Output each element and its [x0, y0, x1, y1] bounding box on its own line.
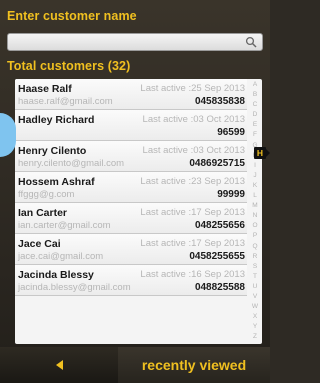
index-letter[interactable]: Y [253, 324, 257, 331]
index-letter[interactable]: T [253, 273, 257, 281]
index-letter[interactable]: I [254, 162, 256, 170]
customer-row[interactable]: Henry Cilento Last active :03 Oct 2013 h… [15, 141, 247, 172]
customer-row[interactable]: Ian Carter Last active :17 Sep 2013 ian.… [15, 203, 247, 234]
index-letter[interactable]: R [253, 253, 258, 261]
index-indicator: H [254, 147, 266, 159]
customer-phone: 0458255655 [189, 251, 245, 262]
search-box[interactable] [7, 33, 263, 52]
index-letter[interactable]: M [252, 203, 257, 210]
index-letter[interactable]: J [253, 172, 256, 180]
search-icon[interactable] [245, 36, 257, 48]
last-active: Last active :23 Sep 2013 [140, 176, 245, 187]
customer-phone: 045835838 [194, 96, 245, 107]
index-letter[interactable]: W [252, 304, 258, 311]
customer-name: Hadley Richard [18, 114, 95, 126]
last-active: Last active :16 Sep 2013 [140, 269, 245, 280]
customer-phone: 96599 [217, 127, 245, 138]
index-letter[interactable]: U [253, 283, 258, 291]
customer-email: haase.ralf@gmail.com [18, 96, 113, 107]
index-indicator-pointer [266, 149, 270, 157]
customer-email: jacinda.blessy@gmail.com [18, 282, 131, 293]
index-letter[interactable]: A [253, 81, 257, 89]
customer-name: Haase Ralf [18, 83, 72, 95]
customer-phone: 048255656 [194, 220, 245, 231]
customer-row[interactable]: Jacinda Blessy Last active :16 Sep 2013 … [15, 265, 247, 296]
side-panel-tab[interactable] [0, 113, 16, 157]
customer-list[interactable]: Haase Ralf Last active :25 Sep 2013 haas… [15, 79, 262, 344]
customer-name: Jace Cai [18, 238, 61, 250]
index-letter[interactable]: F [253, 132, 257, 139]
index-letter[interactable]: B [253, 92, 257, 99]
customer-row[interactable]: Jace Cai Last active :17 Sep 2013 jace.c… [15, 234, 247, 265]
customer-name: Ian Carter [18, 207, 68, 219]
customer-email: ffggg@g.com [18, 189, 75, 200]
app-screen: Enter customer name Total customers (32)… [0, 0, 270, 383]
customer-phone: 0486925715 [189, 158, 245, 169]
customer-phone: 048825588 [194, 282, 245, 293]
last-active: Last active :17 Sep 2013 [140, 238, 245, 249]
customer-name: Jacinda Blessy [18, 269, 94, 281]
search-input[interactable] [12, 34, 246, 52]
index-letter[interactable]: X [253, 314, 257, 321]
bottom-bar: recently viewed [0, 347, 270, 383]
customer-email: ian.carter@gmail.com [18, 220, 111, 231]
left-arrow-icon [55, 360, 63, 370]
customer-phone: 99999 [217, 189, 245, 200]
recently-viewed-button[interactable]: recently viewed [118, 347, 270, 383]
customer-row[interactable]: Hadley Richard Last active :03 Oct 2013 … [15, 110, 247, 141]
index-letter[interactable]: O [252, 223, 257, 230]
index-letter[interactable]: C [253, 102, 258, 109]
index-letter[interactable]: K [253, 182, 257, 190]
customer-row[interactable]: Hossem Ashraf Last active :23 Sep 2013 f… [15, 172, 247, 203]
index-letter[interactable]: Z [253, 334, 257, 341]
last-active: Last active :03 Oct 2013 [142, 114, 245, 125]
index-letter[interactable]: P [253, 233, 257, 240]
index-letter[interactable]: D [253, 112, 258, 119]
last-active: Last active :03 Oct 2013 [142, 145, 245, 156]
search-label: Enter customer name [7, 9, 137, 23]
total-customers-label: Total customers (32) [7, 59, 131, 73]
alphabet-index[interactable]: ABCDEFGHIJKLMNOPQRSTUVWXYZ [248, 79, 262, 344]
customer-name: Hossem Ashraf [18, 176, 95, 188]
index-letter[interactable]: E [253, 122, 257, 129]
customer-row[interactable]: Haase Ralf Last active :25 Sep 2013 haas… [15, 79, 247, 110]
customer-email: henry.cilento@gmail.com [18, 158, 125, 169]
index-letter[interactable]: N [253, 213, 258, 220]
last-active: Last active :25 Sep 2013 [140, 83, 245, 94]
last-active: Last active :17 Sep 2013 [140, 207, 245, 218]
customer-name: Henry Cilento [18, 145, 87, 157]
index-letter[interactable]: L [253, 193, 257, 200]
back-button[interactable] [0, 347, 118, 383]
customer-email: jace.cai@gmail.com [18, 251, 104, 262]
index-letter[interactable]: Q [252, 243, 257, 251]
index-letter[interactable]: V [253, 293, 257, 301]
index-letter[interactable]: S [253, 263, 257, 271]
